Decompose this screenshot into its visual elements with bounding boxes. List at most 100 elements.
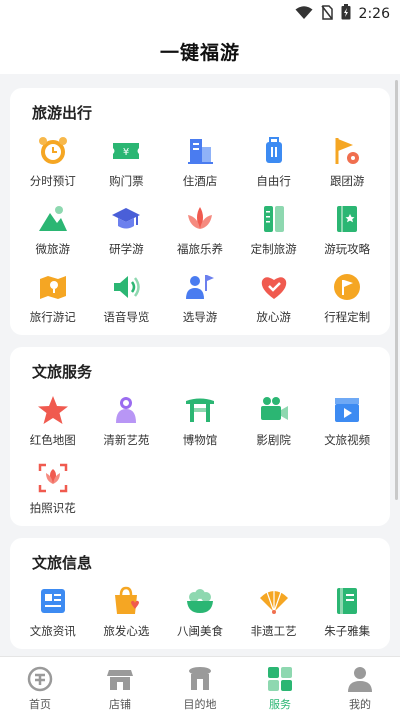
hotel-building-icon — [184, 135, 216, 167]
service-label: 旅行游记 — [29, 310, 76, 324]
service-label: 微旅游 — [35, 242, 71, 256]
museum-gate-icon — [184, 394, 216, 426]
service-label: 住酒店 — [182, 174, 218, 188]
home-fu-icon — [27, 666, 53, 692]
tab-label: 店铺 — [109, 698, 131, 711]
map-pin-icon — [37, 271, 69, 303]
service-label: 红色地图 — [29, 433, 76, 447]
service-item-red-map[interactable]: 红色地图 — [16, 394, 90, 448]
service-label: 行程定制 — [324, 310, 371, 324]
no-sim-icon — [320, 4, 333, 24]
service-item-museum[interactable]: 博物馆 — [163, 394, 237, 448]
guide-person-icon — [184, 271, 216, 303]
suitcase-icon — [258, 135, 290, 167]
tab-label: 首页 — [29, 698, 51, 711]
service-item-free-travel[interactable]: 自由行 — [237, 135, 311, 189]
destination-icon — [189, 667, 211, 690]
page-title: 一键福游 — [159, 41, 240, 64]
tab-label: 我的 — [349, 698, 371, 711]
art-figure-icon — [110, 394, 142, 426]
service-label: 分时预订 — [29, 174, 76, 188]
service-item-tickets[interactable]: ¥ 购门票 — [90, 135, 164, 189]
service-item-study-tour[interactable]: 研学游 — [90, 203, 164, 257]
service-item-craft[interactable]: 非遗工艺 — [237, 585, 311, 639]
service-content[interactable]: 旅游出行 分时预订 ¥ 购门票 住酒店 自由行 跟团游 微旅游 研学游 福旅乐养… — [0, 76, 400, 656]
service-label: 朱子雅集 — [324, 624, 371, 638]
service-label: 福旅乐养 — [176, 242, 223, 256]
service-label: 选导游 — [182, 310, 218, 324]
tab-shop[interactable]: 店铺 — [80, 657, 160, 720]
service-item-custom-tour[interactable]: 定制旅游 — [237, 203, 311, 257]
service-item-worry-free[interactable]: 放心游 — [237, 271, 311, 325]
service-label: 文旅视频 — [324, 433, 371, 447]
guide-book-icon — [331, 203, 363, 235]
app-header: 一键福游 — [0, 28, 400, 74]
speaker-icon — [110, 271, 142, 303]
video-camera-icon — [258, 394, 290, 426]
service-item-guide[interactable]: 游玩攻略 — [310, 203, 384, 257]
service-item-micro-tour[interactable]: 微旅游 — [16, 203, 90, 257]
section-title: 旅游出行 — [32, 104, 93, 122]
book-icon — [331, 585, 363, 617]
news-icon — [37, 585, 69, 617]
service-label: 文旅资讯 — [29, 624, 76, 638]
service-item-time-booking[interactable]: 分时预订 — [16, 135, 90, 189]
service-item-selection[interactable]: 旅发心选 — [90, 585, 164, 639]
service-label: 八闽美食 — [176, 624, 223, 638]
clapperboard-icon — [331, 394, 363, 426]
service-label: 游玩攻略 — [324, 242, 371, 256]
service-item-choose-guide[interactable]: 选导游 — [163, 271, 237, 325]
user-icon — [348, 667, 372, 692]
mountain-icon — [37, 203, 69, 235]
lotus-icon — [184, 203, 216, 235]
tab-services[interactable]: 服务 — [240, 657, 320, 720]
status-bar: 2:26 — [0, 0, 400, 28]
scrollbar[interactable] — [395, 80, 398, 500]
service-label: 旅发心选 — [103, 624, 150, 638]
flag-location-icon — [331, 135, 363, 167]
tab-mine[interactable]: 我的 — [320, 657, 400, 720]
folding-fan-icon — [258, 585, 290, 617]
section-title: 文旅信息 — [32, 554, 93, 572]
service-item-art-garden[interactable]: 清新艺苑 — [90, 394, 164, 448]
tab-home[interactable]: 首页 — [0, 657, 80, 720]
service-label: 拍照识花 — [29, 501, 76, 515]
status-time: 2:26 — [358, 6, 390, 22]
section-culture-info: 文旅信息 文旅资讯 旅发心选 八闽美食 非遗工艺 朱子雅集 — [10, 538, 390, 649]
service-label: 购门票 — [109, 174, 144, 188]
section-culture-services: 文旅服务 红色地图 清新艺苑 博物馆 影剧院 文旅视频 拍照识花 — [10, 347, 390, 526]
tab-destination[interactable]: 目的地 — [160, 657, 240, 720]
service-label: 定制旅游 — [250, 242, 297, 256]
service-item-news[interactable]: 文旅资讯 — [16, 585, 90, 639]
wifi-icon — [295, 5, 313, 24]
tab-label: 服务 — [269, 698, 291, 711]
service-label: 影剧院 — [256, 433, 291, 447]
service-item-food[interactable]: 八闽美食 — [163, 585, 237, 639]
service-item-hotel[interactable]: 住酒店 — [163, 135, 237, 189]
red-star-icon — [37, 394, 69, 426]
section-travel: 旅游出行 分时预订 ¥ 购门票 住酒店 自由行 跟团游 微旅游 研学游 福旅乐养… — [10, 88, 390, 335]
service-label: 跟团游 — [329, 174, 365, 188]
shopping-bag-icon — [110, 585, 142, 617]
service-item-group-tour[interactable]: 跟团游 — [310, 135, 384, 189]
ruler-notebook-icon — [258, 203, 290, 235]
service-label: 语音导览 — [103, 310, 150, 324]
service-label: 研学游 — [109, 242, 144, 256]
flower-scan-icon — [37, 462, 69, 494]
service-label: 博物馆 — [182, 433, 218, 447]
service-item-theater[interactable]: 影剧院 — [237, 394, 311, 448]
service-item-zhuzi[interactable]: 朱子雅集 — [310, 585, 384, 639]
service-label: 清新艺苑 — [103, 433, 150, 447]
tab-label: 目的地 — [183, 698, 217, 711]
service-item-wellness[interactable]: 福旅乐养 — [163, 203, 237, 257]
service-item-flower-id[interactable]: 拍照识花 — [16, 462, 90, 516]
service-item-travelogue[interactable]: 旅行游记 — [16, 271, 90, 325]
service-item-audio-guide[interactable]: 语音导览 — [90, 271, 164, 325]
service-item-culture-video[interactable]: 文旅视频 — [310, 394, 384, 448]
bottom-tab-bar: 首页 店铺 目的地 服务 我的 — [0, 656, 400, 720]
service-item-itinerary[interactable]: 行程定制 — [310, 271, 384, 325]
graduation-cap-icon — [110, 203, 142, 235]
alarm-clock-icon — [37, 135, 69, 167]
food-bowl-icon — [184, 585, 216, 617]
shop-icon — [107, 670, 133, 690]
